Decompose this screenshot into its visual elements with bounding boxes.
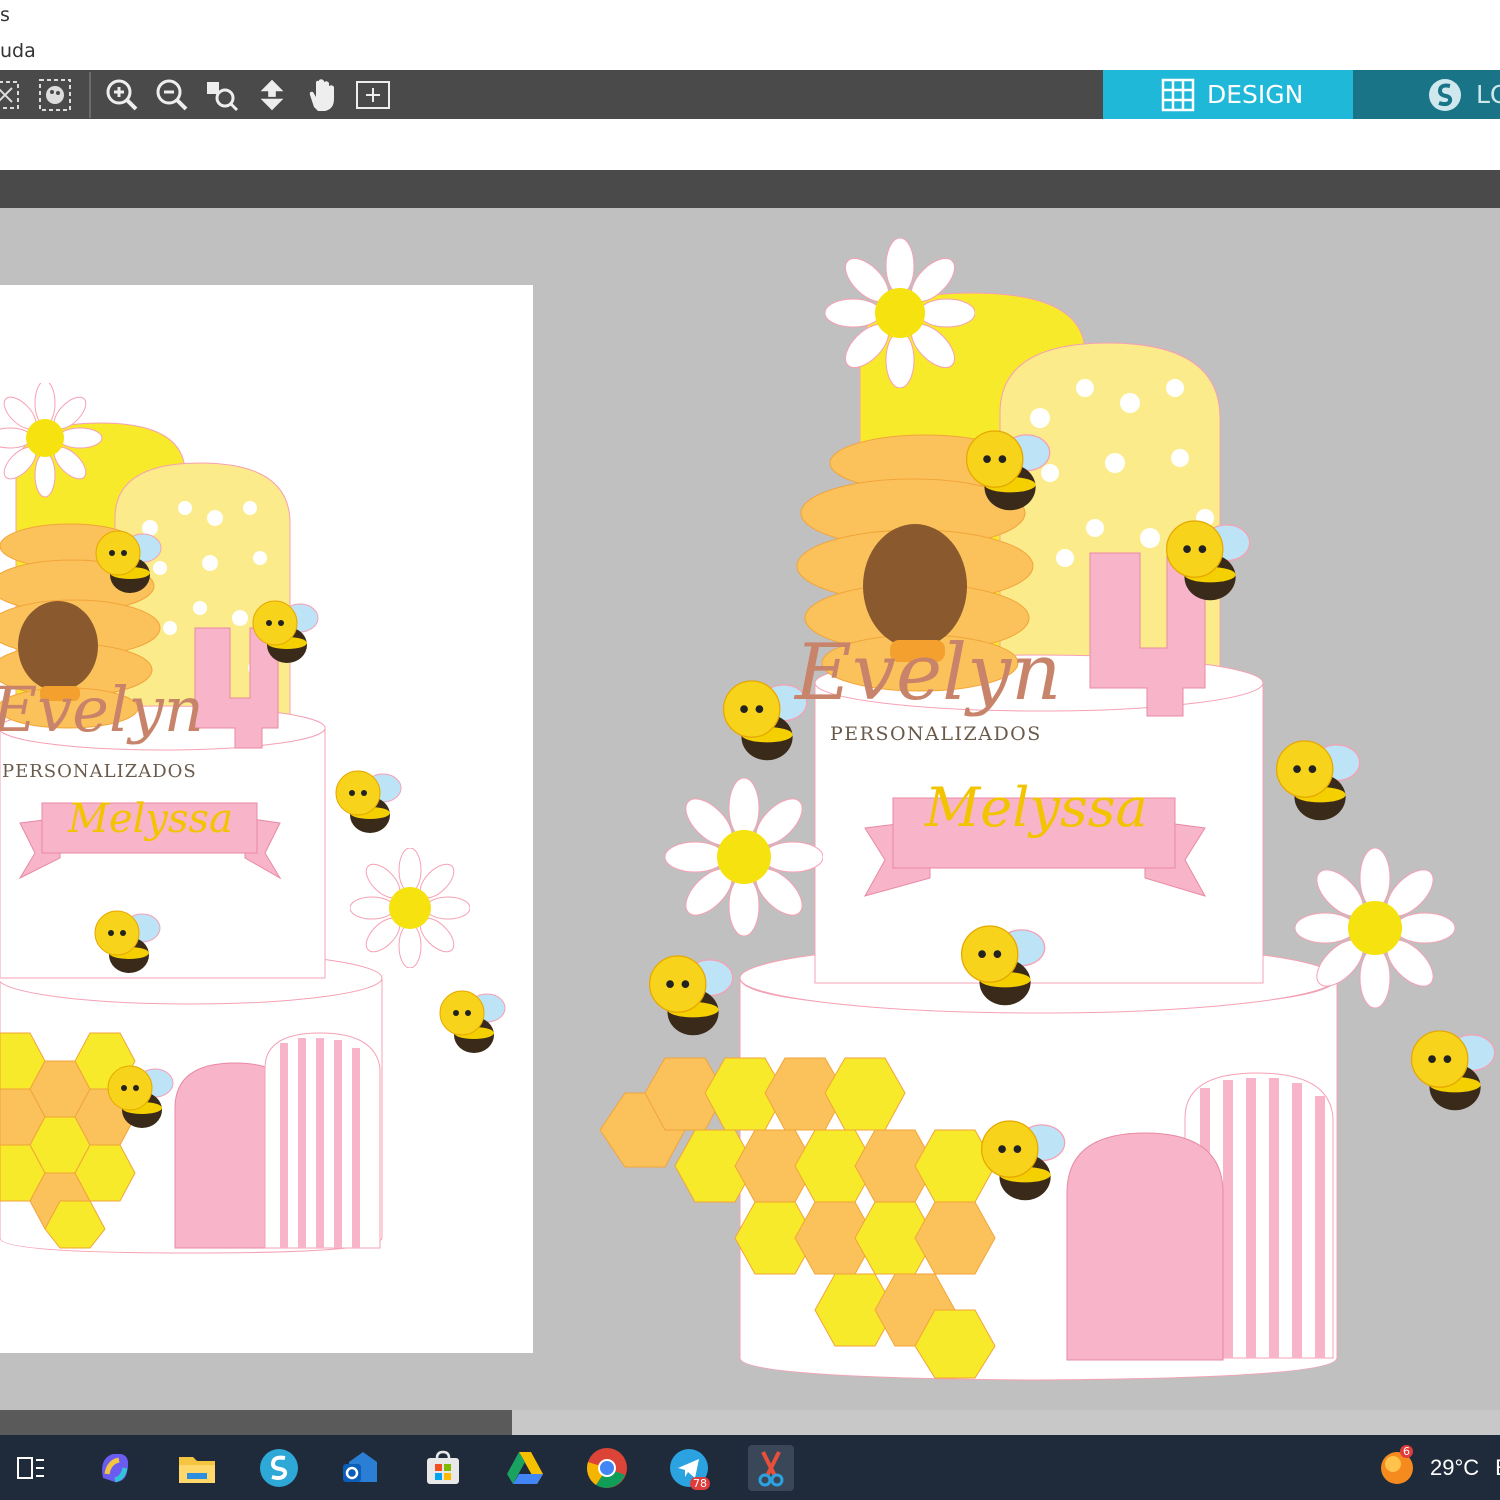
fit-page-icon[interactable] <box>253 76 291 114</box>
tab-design[interactable]: DESIGN <box>1103 70 1353 119</box>
zoom-out-icon[interactable] <box>153 76 191 114</box>
bee-icon <box>252 600 319 663</box>
child-name-text-large: Melyssa <box>925 776 1148 839</box>
grid-icon <box>1161 78 1195 112</box>
taskbar: 78 6 29°C E <box>0 1435 1500 1500</box>
document-tab-bar <box>0 170 1500 208</box>
telegram-badge: 78 <box>690 1477 710 1490</box>
pan-icon[interactable] <box>303 76 341 114</box>
file-explorer-icon[interactable] <box>174 1445 220 1491</box>
weather-badge: 6 <box>1400 1445 1413 1458</box>
toolbar-divider <box>89 72 91 118</box>
select-all-icon[interactable] <box>36 76 74 114</box>
bee-icon <box>107 1065 174 1128</box>
design-canvas[interactable]: Evelyn PERSONALIZADOS Melyssa Evelyn PER… <box>0 208 1500 1410</box>
tab-library[interactable]: LC <box>1353 70 1500 119</box>
bee-icon <box>1410 1030 1496 1111</box>
bee-icon <box>1275 740 1361 821</box>
weather-sun-icon: 6 <box>1378 1445 1416 1487</box>
zoom-selection-icon[interactable] <box>203 76 241 114</box>
bee-icon <box>980 1120 1066 1201</box>
microsoft-store-icon[interactable] <box>420 1445 466 1491</box>
brand-subtitle-large: PERSONALIZADOS <box>830 723 1042 745</box>
brand-subtitle: PERSONALIZADOS <box>2 761 197 782</box>
weather-condition-text: E <box>1495 1455 1500 1481</box>
daisy-flower-icon <box>350 848 470 968</box>
grid-view-icon[interactable] <box>354 76 392 114</box>
daisy-flower-icon <box>1295 848 1455 1008</box>
copilot-icon[interactable] <box>92 1445 138 1491</box>
bee-icon <box>94 910 161 973</box>
outlook-icon[interactable] <box>338 1445 384 1491</box>
google-drive-icon[interactable] <box>502 1445 548 1491</box>
child-name-text: Melyssa <box>68 796 233 842</box>
tab-design-label: DESIGN <box>1207 80 1304 109</box>
bee-icon <box>648 955 734 1036</box>
deselect-icon[interactable] <box>0 76 24 114</box>
options-bar <box>0 119 1500 170</box>
menu-bar: s uda <box>0 0 1500 70</box>
brand-logo-text-large: Evelyn <box>795 628 1062 718</box>
zoom-in-icon[interactable] <box>103 76 141 114</box>
telegram-icon[interactable]: 78 <box>666 1445 712 1491</box>
bee-icon <box>965 430 1051 511</box>
brand-logo-text: Evelyn <box>0 673 204 746</box>
bee-icon <box>960 925 1046 1006</box>
tab-library-label: LC <box>1476 80 1500 109</box>
weather-widget[interactable]: 6 29°C E <box>1378 1445 1500 1489</box>
bee-icon <box>1165 520 1251 601</box>
toolbar: DESIGN LC <box>0 70 1500 119</box>
bee-icon <box>335 770 402 833</box>
task-view-icon[interactable] <box>8 1445 54 1491</box>
temperature-text: 29°C <box>1430 1455 1480 1480</box>
snip-tool-icon[interactable] <box>748 1445 794 1491</box>
daisy-flower-icon <box>825 238 975 388</box>
bee-icon <box>95 530 162 593</box>
daisy-flower-icon <box>665 778 823 936</box>
menu-item-fragment[interactable]: s <box>0 4 10 26</box>
menu-item-help-fragment[interactable]: uda <box>0 40 36 62</box>
silhouette-studio-icon[interactable] <box>256 1445 302 1491</box>
scrollbar-thumb[interactable] <box>0 1410 512 1435</box>
daisy-flower-icon <box>0 383 103 498</box>
bee-icon <box>439 990 506 1053</box>
silhouette-logo-icon <box>1428 78 1462 112</box>
chrome-icon[interactable] <box>584 1445 630 1491</box>
